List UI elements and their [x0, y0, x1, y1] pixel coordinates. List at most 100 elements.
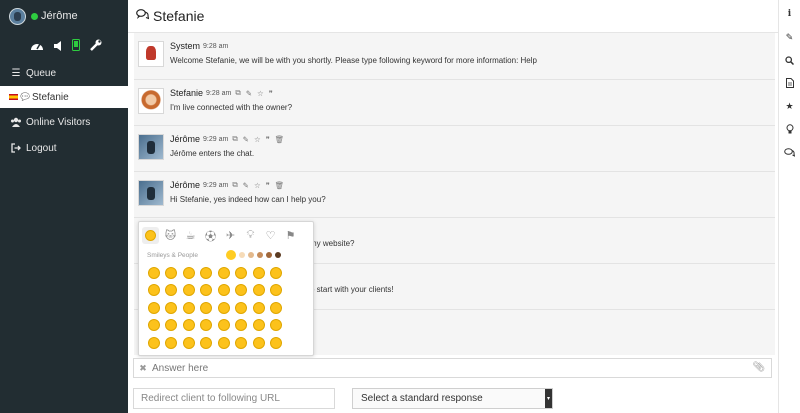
emoji-button[interactable] — [215, 334, 233, 352]
emoji-button[interactable] — [163, 299, 181, 317]
emoji-button[interactable] — [180, 282, 198, 300]
comments-icon[interactable] — [782, 144, 798, 160]
user-avatar — [9, 7, 26, 25]
emoji-button[interactable] — [250, 334, 268, 352]
quote-icon[interactable]: ❞ — [269, 89, 273, 98]
emoji-button[interactable] — [145, 264, 163, 282]
emoji-button[interactable] — [180, 317, 198, 335]
skin-tone-medium[interactable] — [256, 252, 263, 258]
smiley-icon — [252, 336, 265, 349]
emoji-button[interactable] — [233, 334, 251, 352]
close-icon[interactable]: ✖ — [134, 363, 152, 374]
sidebar-item-queue[interactable]: ☰ Queue — [0, 62, 128, 84]
emoji-button[interactable] — [163, 334, 181, 352]
objects-category-icon[interactable]: 💡︎ — [242, 227, 259, 244]
info-icon[interactable]: i — [782, 6, 798, 22]
bulb-icon[interactable] — [782, 121, 798, 137]
food-category-icon[interactable]: ☕︎ — [182, 227, 199, 244]
sidebar-item-stefanie[interactable]: 💬︎ Stefanie — [0, 86, 128, 108]
emoji-button[interactable] — [233, 317, 251, 335]
file-icon[interactable] — [782, 75, 798, 91]
star-icon[interactable]: ☆ — [254, 181, 261, 190]
emoji-button[interactable] — [250, 299, 268, 317]
emoji-button[interactable] — [145, 282, 163, 300]
skin-tone-default[interactable] — [225, 250, 236, 260]
emoji-button[interactable] — [268, 334, 286, 352]
copy-icon[interactable]: ⧉ — [232, 134, 237, 144]
emoji-button[interactable] — [215, 282, 233, 300]
smiley-icon — [147, 319, 160, 332]
skin-tone-medium-light[interactable] — [247, 252, 254, 258]
emoji-button[interactable] — [268, 282, 286, 300]
standard-response-select[interactable]: Select a standard response ▾ — [352, 388, 553, 409]
edit-icon[interactable]: ✎ — [782, 29, 798, 45]
current-user[interactable]: Jérôme — [0, 0, 128, 32]
skin-tone-selector — [225, 250, 281, 260]
emoji-button[interactable] — [198, 334, 216, 352]
emoji-button[interactable] — [250, 264, 268, 282]
emoji-button[interactable] — [215, 264, 233, 282]
copy-icon[interactable]: ⧉ — [235, 88, 240, 98]
sidebar-item-logout[interactable]: Logout — [0, 137, 128, 159]
emoji-button[interactable] — [250, 282, 268, 300]
emoji-button[interactable] — [145, 299, 163, 317]
edit-icon[interactable]: ✎ — [243, 181, 249, 190]
symbols-category-icon[interactable]: ♡ — [262, 227, 279, 244]
message-item: Jérôme 9:29 am ⧉ ✎ ☆ ❞ 🗑︎ Jérôme enters … — [134, 125, 775, 171]
emoji-button[interactable] — [198, 264, 216, 282]
message-item: Jérôme 9:29 am ⧉ ✎ ☆ ❞ 🗑︎ Hi Stefanie, y… — [134, 171, 775, 217]
emoji-button[interactable] — [180, 334, 198, 352]
mobile-icon[interactable] — [72, 38, 80, 54]
copy-icon[interactable]: ⧉ — [232, 180, 237, 190]
star-icon[interactable]: ★ — [782, 98, 798, 114]
emoji-button[interactable] — [145, 334, 163, 352]
trash-icon[interactable]: 🗑︎ — [275, 135, 285, 144]
smiley-icon — [270, 284, 283, 297]
quote-icon[interactable]: ❞ — [266, 181, 270, 190]
redirect-url-input[interactable]: Redirect client to following URL — [133, 388, 335, 409]
smiley-icon — [165, 301, 178, 314]
emoji-button[interactable] — [145, 317, 163, 335]
quote-icon[interactable]: ❞ — [266, 135, 270, 144]
wrench-icon[interactable] — [90, 39, 102, 54]
emoji-button[interactable] — [180, 264, 198, 282]
emoji-picker[interactable]: 🐱︎ ☕︎ ⚽︎ ✈︎ 💡︎ ♡ ⚑ Smileys & People — [138, 221, 314, 356]
search-icon[interactable] — [782, 52, 798, 68]
paperclip-icon[interactable]: 📎︎ — [752, 362, 765, 373]
emoji-button[interactable] — [233, 299, 251, 317]
emoji-button[interactable] — [250, 317, 268, 335]
emoji-grid — [139, 260, 313, 352]
emoji-button[interactable] — [198, 282, 216, 300]
emoji-button[interactable] — [215, 299, 233, 317]
animals-category-icon[interactable]: 🐱︎ — [162, 227, 179, 244]
emoji-button[interactable] — [233, 264, 251, 282]
volume-icon[interactable] — [54, 39, 62, 54]
emoji-button[interactable] — [215, 317, 233, 335]
answer-input[interactable]: ✖ Answer here 📎︎ — [133, 358, 772, 378]
skin-tone-light[interactable] — [238, 252, 245, 258]
activity-category-icon[interactable]: ⚽︎ — [202, 227, 219, 244]
emoji-button[interactable] — [268, 317, 286, 335]
sidebar-item-online-visitors[interactable]: Online Visitors — [0, 111, 128, 133]
travel-category-icon[interactable]: ✈︎ — [222, 227, 239, 244]
emoji-button[interactable] — [198, 317, 216, 335]
star-icon[interactable]: ☆ — [254, 135, 261, 144]
flags-category-icon[interactable]: ⚑ — [282, 227, 299, 244]
skin-tone-dark[interactable] — [274, 252, 281, 258]
emoji-button[interactable] — [163, 264, 181, 282]
emoji-button[interactable] — [268, 299, 286, 317]
skin-tone-medium-dark[interactable] — [265, 252, 272, 258]
dashboard-icon[interactable] — [30, 39, 44, 54]
trash-icon[interactable]: 🗑︎ — [275, 181, 285, 190]
star-icon[interactable]: ☆ — [257, 89, 264, 98]
emoji-button[interactable] — [198, 299, 216, 317]
edit-icon[interactable]: ✎ — [246, 89, 252, 98]
emoji-button[interactable] — [268, 264, 286, 282]
edit-icon[interactable]: ✎ — [243, 135, 249, 144]
emoji-button[interactable] — [163, 317, 181, 335]
smileys-category-icon[interactable] — [142, 227, 159, 244]
page-title: Stefanie — [153, 8, 205, 24]
emoji-button[interactable] — [180, 299, 198, 317]
emoji-button[interactable] — [163, 282, 181, 300]
emoji-button[interactable] — [233, 282, 251, 300]
